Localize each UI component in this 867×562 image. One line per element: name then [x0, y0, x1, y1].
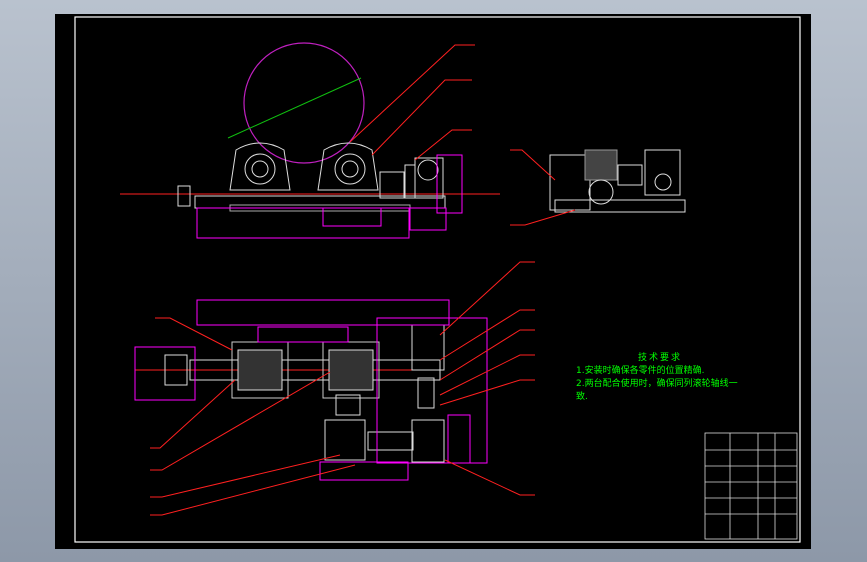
technical-requirements: 技术要求 1.安装时确保各零件的位置精确. 2.两台配合使用时，确保同列滚轮轴线…: [576, 352, 738, 404]
outer-frame: [55, 14, 811, 549]
notes-line-2: 2.两台配合使用时，确保同列滚轮轴线一: [576, 379, 738, 389]
notes-line-3: 致.: [576, 392, 588, 402]
cad-drawing: [55, 14, 811, 549]
notes-title: 技术要求: [638, 353, 683, 363]
notes-line-1: 1.安装时确保各零件的位置精确.: [576, 366, 705, 376]
